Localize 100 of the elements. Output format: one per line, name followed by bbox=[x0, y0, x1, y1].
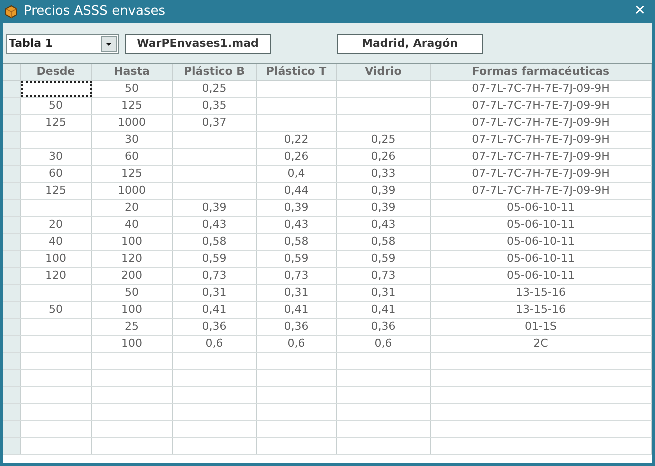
table-cell: 07-7L-7C-7H-7E-7J-09-9H bbox=[431, 98, 652, 114]
table-cell: 07-7L-7C-7H-7E-7J-09-9H bbox=[431, 115, 652, 131]
row-header[interactable] bbox=[3, 183, 21, 199]
table-cell: 07-7L-7C-7H-7E-7J-09-9H bbox=[431, 183, 652, 199]
table-cell: 0,39 bbox=[257, 200, 337, 216]
table-cell: 50 bbox=[92, 285, 173, 301]
table-cell: 05-06-10-11 bbox=[431, 234, 652, 250]
table-cell: 0,58 bbox=[173, 234, 257, 250]
table-cell: 30 bbox=[21, 149, 92, 165]
column-header[interactable]: Desde bbox=[21, 64, 92, 80]
table-cell: 0,41 bbox=[257, 302, 337, 318]
row-header[interactable] bbox=[3, 200, 21, 216]
table-cell: 0,31 bbox=[173, 285, 257, 301]
table-cell: 0,59 bbox=[257, 251, 337, 267]
table-cell: 0,26 bbox=[257, 149, 337, 165]
window-title: Precios ASSS envases bbox=[24, 2, 166, 21]
table-cell: 0,39 bbox=[173, 200, 257, 216]
table-cell: 05-06-10-11 bbox=[431, 268, 652, 284]
column-header[interactable]: Plástico T bbox=[257, 64, 337, 80]
table-cell: 30 bbox=[92, 132, 173, 148]
table-cell: 0,44 bbox=[257, 183, 337, 199]
table-cell: 100 bbox=[92, 234, 173, 250]
row-header[interactable] bbox=[3, 268, 21, 284]
table-cell: 25 bbox=[92, 319, 173, 335]
table-cell: 125 bbox=[21, 115, 92, 131]
table-cell: 125 bbox=[92, 98, 173, 114]
table-cell: 0,39 bbox=[337, 183, 431, 199]
table-cell: 120 bbox=[92, 251, 173, 267]
table-cell: 07-7L-7C-7H-7E-7J-09-9H bbox=[431, 166, 652, 182]
table-cell: 20 bbox=[92, 200, 173, 216]
table-cell: 0,43 bbox=[257, 217, 337, 233]
table-cell: 0,25 bbox=[173, 81, 257, 97]
table-cell: 0,6 bbox=[173, 336, 257, 352]
row-header[interactable] bbox=[3, 132, 21, 148]
row-header[interactable] bbox=[3, 217, 21, 233]
row-header[interactable] bbox=[3, 387, 21, 403]
table-cell: 50 bbox=[21, 98, 92, 114]
table-cell: 0,58 bbox=[257, 234, 337, 250]
table-cell: 13-15-16 bbox=[431, 285, 652, 301]
column-header[interactable]: Plástico B bbox=[173, 64, 257, 80]
table-cell: 2C bbox=[431, 336, 652, 352]
table-cell: 0,31 bbox=[257, 285, 337, 301]
table-cell: 01-1S bbox=[431, 319, 652, 335]
table-cell: 0,41 bbox=[173, 302, 257, 318]
row-header[interactable] bbox=[3, 98, 21, 114]
table-cell: 120 bbox=[21, 268, 92, 284]
column-header[interactable]: Formas farmacéuticas bbox=[431, 64, 652, 80]
table-cell: 07-7L-7C-7H-7E-7J-09-9H bbox=[431, 81, 652, 97]
table-cell: 0,26 bbox=[337, 149, 431, 165]
table-cell: 0,58 bbox=[337, 234, 431, 250]
table-cell: 0,33 bbox=[337, 166, 431, 182]
table-cell: 125 bbox=[21, 183, 92, 199]
table-cell: 0,73 bbox=[337, 268, 431, 284]
row-header[interactable] bbox=[3, 81, 21, 97]
table-select[interactable]: Tabla 1 bbox=[6, 34, 119, 54]
table-cell: 40 bbox=[92, 217, 173, 233]
table-cell: 100 bbox=[92, 336, 173, 352]
column-header[interactable]: Vidrio bbox=[337, 64, 431, 80]
row-header[interactable] bbox=[3, 370, 21, 386]
table-cell: 20 bbox=[21, 217, 92, 233]
table-cell: 200 bbox=[92, 268, 173, 284]
table-cell: 07-7L-7C-7H-7E-7J-09-9H bbox=[431, 149, 652, 165]
cube-icon bbox=[5, 4, 18, 18]
row-header[interactable] bbox=[3, 336, 21, 352]
table-cell: 07-7L-7C-7H-7E-7J-09-9H bbox=[431, 132, 652, 148]
table-cell: 0,25 bbox=[337, 132, 431, 148]
row-header[interactable] bbox=[3, 166, 21, 182]
table-cell: 1000 bbox=[92, 183, 173, 199]
regions-field: Madrid, Aragón bbox=[337, 34, 483, 54]
table-cell: 0,35 bbox=[173, 98, 257, 114]
row-header[interactable] bbox=[3, 115, 21, 131]
table-cell: 100 bbox=[92, 302, 173, 318]
row-header[interactable] bbox=[3, 421, 21, 437]
row-header[interactable] bbox=[3, 285, 21, 301]
row-header[interactable] bbox=[3, 234, 21, 250]
table-cell: 1000 bbox=[92, 115, 173, 131]
table-cell: 50 bbox=[92, 81, 173, 97]
table-cell: 0,59 bbox=[173, 251, 257, 267]
close-button[interactable]: ✕ bbox=[630, 1, 650, 22]
table-cell: 0,4 bbox=[257, 166, 337, 182]
table-cell: 0,41 bbox=[337, 302, 431, 318]
table-cell: 05-06-10-11 bbox=[431, 200, 652, 216]
row-header[interactable] bbox=[3, 251, 21, 267]
table-cell: 0,43 bbox=[337, 217, 431, 233]
column-header[interactable]: Hasta bbox=[92, 64, 173, 80]
table-cell: 0,6 bbox=[337, 336, 431, 352]
row-header[interactable] bbox=[3, 438, 21, 454]
row-header[interactable] bbox=[3, 404, 21, 420]
table-cell: 60 bbox=[92, 149, 173, 165]
row-header[interactable] bbox=[3, 319, 21, 335]
row-header[interactable] bbox=[3, 353, 21, 369]
row-header[interactable] bbox=[3, 149, 21, 165]
table-cell: 0,6 bbox=[257, 336, 337, 352]
table-cell: 05-06-10-11 bbox=[431, 251, 652, 267]
table-cell: 60 bbox=[21, 166, 92, 182]
table-cell: 0,73 bbox=[173, 268, 257, 284]
row-header[interactable] bbox=[3, 302, 21, 318]
table-cell: 0,22 bbox=[257, 132, 337, 148]
table-cell: 0,36 bbox=[173, 319, 257, 335]
table-cell: 0,36 bbox=[337, 319, 431, 335]
